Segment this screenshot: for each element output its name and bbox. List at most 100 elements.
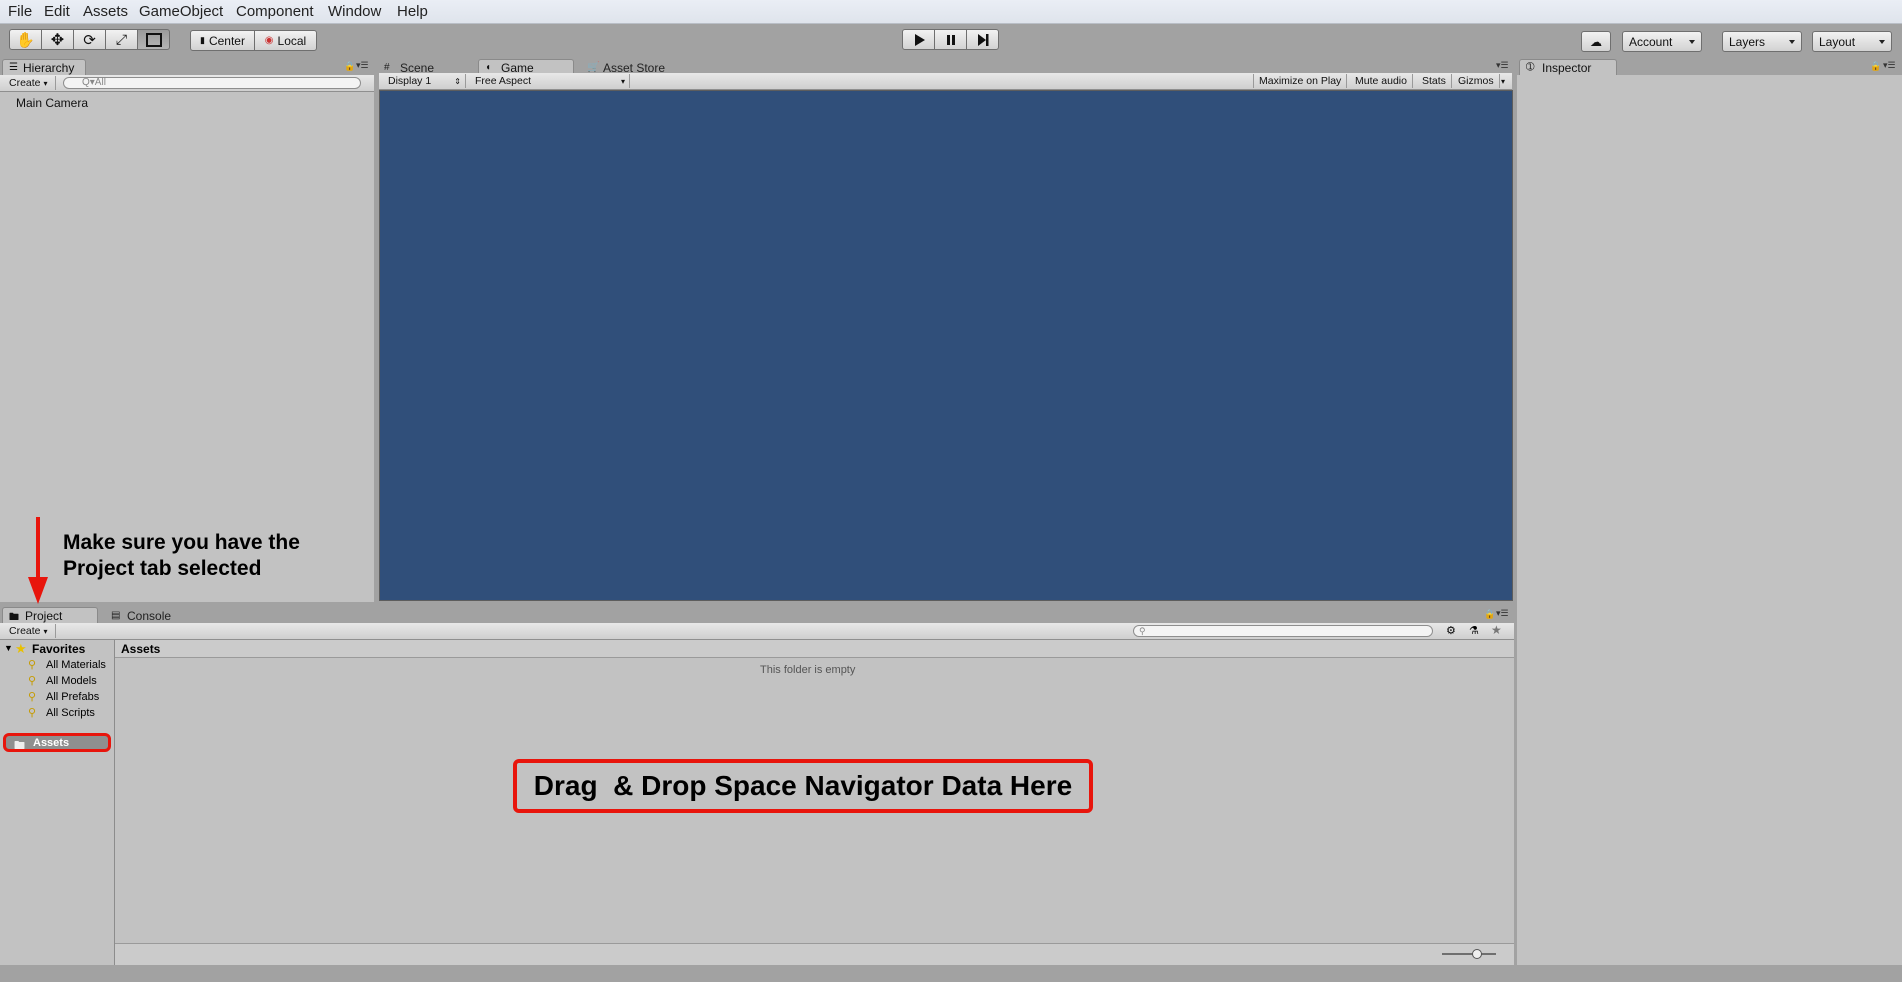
gizmos-dropdown-arrow[interactable]: ▾ [1496,74,1510,88]
favorite-star-icon[interactable]: ★ [1491,623,1502,637]
favorite-all-scripts[interactable]: All Scripts [46,707,95,719]
hand-tool-button[interactable]: ✋ [9,29,42,50]
breadcrumb-assets[interactable]: Assets [121,642,160,656]
favorite-all-materials[interactable]: All Materials [46,659,106,671]
favorite-all-models[interactable]: All Models [46,675,97,687]
console-tab-label: Console [127,609,172,623]
game-viewport[interactable] [379,90,1513,601]
drop-zone-annotation[interactable]: Drag & Drop Space Navigator Data Here [513,759,1093,813]
pacman-icon: ◖ [485,62,492,73]
status-bar [0,965,1902,982]
main-toolbar: ✋ ✥ ⟳ ⤢ ▮ Center ◉ Local ☁ Account Layer… [0,24,1902,57]
updown-arrow-icon: ⇕ [454,76,461,86]
scale-tool-icon: ⤢ [115,31,128,47]
pause-button[interactable] [934,29,967,50]
hierarchy-panel: ☰ Hierarchy 🔒 ▾☰ Create ▾ Q▾All Main Cam… [0,57,374,602]
panel-menu-icon[interactable]: ▾☰ [1496,608,1509,619]
project-search-input[interactable]: ⚲ [1133,625,1433,637]
pivot-local-button[interactable]: ◉ Local [254,30,317,51]
project-folder-tree: ▼ ★ Favorites ⚲ All Materials ⚲ All Mode… [0,640,115,965]
pivot-label: Center [208,33,245,48]
list-icon: ☰ [9,62,18,73]
assets-folder-label: Assets [33,737,70,749]
project-tab-note-line2: Project tab selected [63,557,262,580]
pause-icon [946,34,955,45]
zoom-slider[interactable] [1442,949,1496,959]
local-label: Local [277,33,307,48]
tab-inspector[interactable]: ➀ Inspector [1519,59,1617,75]
hierarchy-item-main-camera[interactable]: Main Camera [16,96,88,110]
tab-hierarchy[interactable]: ☰ Hierarchy [2,59,86,75]
scale-tool-button[interactable]: ⤢ [105,29,138,50]
step-button[interactable] [966,29,999,50]
expand-arrow-icon[interactable]: ▼ [4,643,13,653]
empty-folder-message: This folder is empty [760,664,856,676]
store-icon: 🛒 [587,62,600,73]
tab-console[interactable]: ▤ Console [104,607,184,623]
gizmos-toggle[interactable]: Gizmos [1453,74,1500,88]
create-label: Create [9,625,41,637]
stats-toggle[interactable]: Stats [1417,74,1452,88]
favorite-all-prefabs[interactable]: All Prefabs [46,691,99,703]
account-label: Account [1629,34,1673,49]
hierarchy-toolbar: Create ▾ Q▾All [0,75,374,92]
filter-type-icon[interactable]: ⚙ [1446,624,1456,637]
project-tab-note: Make sure you have the Project tab selec… [63,530,383,582]
layout-dropdown[interactable]: Layout [1812,31,1892,52]
project-tab-note-line1: Make sure you have the [63,531,300,554]
create-label: Create [9,77,41,89]
menu-help[interactable]: Help [397,3,428,20]
display-label: Display 1 [388,75,432,87]
menu-component[interactable]: Component [236,3,314,20]
search-icon: ⚲ [28,675,37,687]
search-icon: ⚲ [1139,626,1146,636]
tab-project[interactable]: 🖿 Project [2,607,98,623]
panel-menu-icon[interactable]: ▾☰ [1883,60,1896,71]
pivot-center-button[interactable]: ▮ Center [190,30,255,51]
hierarchy-search-input[interactable]: Q▾All [63,77,361,89]
panel-menu-icon[interactable]: ▾☰ [356,60,369,71]
star-icon: ★ [15,641,27,656]
game-panel: # Scene ◖ Game 🛒 Asset Store ▾☰ Display … [377,57,1514,602]
red-arrow-icon [28,517,48,604]
menu-window[interactable]: Window [328,3,381,20]
menu-gameobject[interactable]: GameObject [139,3,223,20]
drop-zone-text: Drag & Drop Space Navigator Data Here [533,770,1073,801]
hierarchy-create-button[interactable]: Create ▾ [4,76,56,90]
aspect-dropdown[interactable]: Free Aspect ▾ [470,74,630,88]
lock-icon[interactable]: 🔒 [1484,609,1495,620]
project-toolbar: Create ▾ ⚲ ⚙ ⚗ ★ [0,623,1514,640]
project-content: Assets This folder is empty Drag & Drop … [115,640,1514,966]
maximize-on-play-toggle[interactable]: Maximize on Play [1253,74,1348,88]
zoom-slider-thumb[interactable] [1472,949,1482,959]
project-status-bar [115,943,1514,966]
project-panel: 🖿 Project ▤ Console 🔒 ▾☰ Create ▾ ⚲ ⚙ ⚗ … [0,605,1514,966]
hand-tool-icon: ✋ [16,31,35,49]
menu-edit[interactable]: Edit [44,3,70,20]
favorites-label[interactable]: Favorites [32,642,85,656]
cloud-button[interactable]: ☁ [1581,31,1611,52]
pivot-icon: ▮ [200,35,205,45]
mute-audio-toggle[interactable]: Mute audio [1350,74,1413,88]
inspector-panel: ➀ Inspector 🔒 ▾☰ [1517,57,1902,965]
menu-file[interactable]: File [8,3,32,20]
layers-dropdown[interactable]: Layers [1722,31,1802,52]
project-tab-label: Project [25,609,63,623]
dropdown-arrow-icon: ▾ [43,78,48,88]
account-dropdown[interactable]: Account [1622,31,1702,52]
game-panel-menu-icon[interactable]: ▾☰ [1496,60,1509,71]
move-tool-button[interactable]: ✥ [41,29,74,50]
rotate-tool-button[interactable]: ⟳ [73,29,106,50]
rect-tool-button[interactable] [137,29,170,50]
menu-bar: File Edit Assets GameObject Component Wi… [0,0,1902,24]
filter-label-icon[interactable]: ⚗ [1469,624,1479,637]
rect-tool-icon [145,32,162,47]
display-dropdown[interactable]: Display 1 ⇕ [383,74,466,88]
project-create-button[interactable]: Create ▾ [4,624,56,638]
play-button[interactable] [902,29,935,50]
lock-icon[interactable]: 🔒 [344,61,355,72]
game-toolbar: Display 1 ⇕ Free Aspect ▾ Maximize on Pl… [379,73,1512,90]
menu-assets[interactable]: Assets [83,3,128,20]
lock-icon[interactable]: 🔒 [1870,61,1881,72]
assets-folder-item[interactable]: 🖿 Assets [3,733,111,752]
